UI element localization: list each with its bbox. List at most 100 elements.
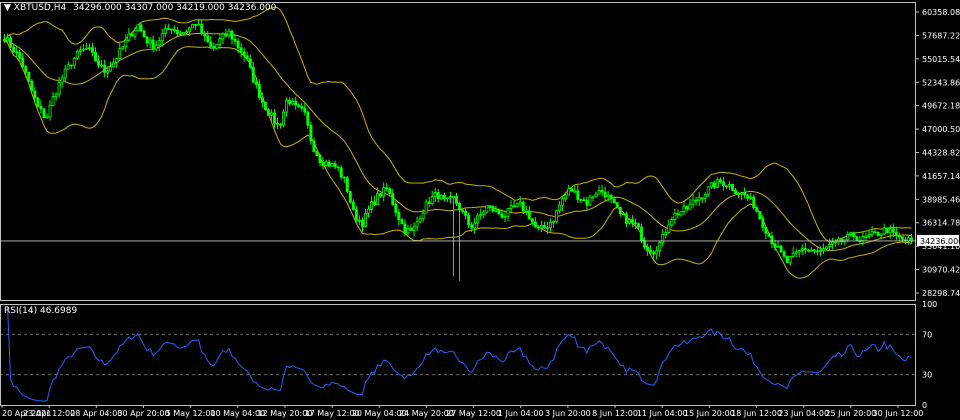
candle-body [506,208,510,217]
rsi-tick-label: 0 [922,401,927,410]
candle-body [103,64,107,73]
candle-body [600,190,604,193]
candle-body [849,232,853,235]
candle-body [285,100,289,113]
candle-body [655,250,659,255]
candle-body [15,51,19,54]
candle-body [640,226,643,242]
candle-body [615,202,619,208]
candle-body [779,245,783,253]
candle-body [637,223,640,228]
time-tick-label: 11 Jun 04:00 [637,409,688,418]
time-tick-label: 1 Jun 04:00 [498,409,544,418]
candle-body [473,222,477,229]
candle-body [36,97,40,107]
candle-body [448,196,452,199]
candle-body [106,70,110,73]
candle-body [518,201,522,205]
candle-body [467,215,471,226]
candle-body [224,33,228,37]
candle-body [585,199,589,206]
candle-body [603,191,607,198]
candle-body [81,48,85,51]
candle-body [746,194,750,199]
candle-body [800,248,804,251]
candle-body [300,106,304,109]
candle-body [442,194,446,200]
candle-body [45,116,49,119]
collapse-triangle-icon[interactable]: ▼ [4,3,11,13]
candle-body [142,30,146,38]
candle-body [197,23,201,26]
candle-body [206,35,210,43]
candle-body [48,105,52,118]
symbol-timeframe: XBTUSD,H4 [13,3,67,13]
candle-body [263,101,267,110]
candle-body [160,33,164,42]
candle-body [861,236,865,242]
candle-body [527,210,531,220]
candle-body [834,241,838,243]
time-tick-label: 30 Apr 20:00 [117,409,169,418]
candle-body [424,201,428,214]
candle-body [118,48,122,59]
candle-body [476,215,480,224]
candle-body [485,205,489,213]
candle-body [697,197,701,201]
candle-body [84,47,88,50]
candle-body [458,203,461,211]
candle-body [470,224,474,229]
candle-body [3,38,6,42]
candle-body [521,201,525,212]
candle-body [100,64,104,67]
candle-body [382,187,386,197]
candle-body [612,198,616,204]
candle-body [500,213,504,218]
candle-body [124,39,128,48]
candle-body [855,236,859,242]
candle-body [151,39,155,50]
candle-body [576,190,580,200]
candle-body [172,29,176,31]
candle-body [412,226,416,231]
time-tick-label: 3 Jun 20:00 [545,409,591,418]
candle-body [97,60,101,66]
candle-body [785,256,789,263]
candle-body [549,221,552,228]
candle-body [403,223,407,234]
candle-body [588,196,592,206]
candle-body [391,193,395,205]
candle-body [822,248,825,251]
time-tick-label: 28 Apr 04:00 [70,409,122,418]
candle-body [743,192,747,196]
candle-body [643,240,647,248]
rsi-pane[interactable] [0,305,916,402]
candle-body [279,123,283,126]
bollinger-upper [4,6,912,243]
candle-body [673,213,677,221]
candle-body [512,205,516,208]
candle-body [209,41,213,47]
candle-body [18,51,22,59]
candle-body [406,228,410,234]
price-pane[interactable] [0,6,916,281]
time-tick-label: 25 Jun 20:00 [825,409,876,418]
candle-body [803,248,807,251]
candle-body [57,82,61,95]
candle-body [536,226,540,229]
candle-body [169,28,173,31]
candle-body [75,50,79,59]
trading-chart[interactable]: 60358.080 57687.220 55015.540 52343.860 4967… [0,0,960,420]
candle-body [539,225,543,229]
price-tick-label: 57687.220 [922,31,960,40]
candle-body [591,196,595,199]
candle-body [39,105,43,110]
candle-body [870,231,874,235]
candle-body [370,201,374,210]
candle-body [42,108,46,119]
candle-body [273,112,276,124]
candle-body [327,161,331,167]
candle-body [357,219,361,222]
candle-body [69,64,73,67]
candle-body [464,210,468,216]
